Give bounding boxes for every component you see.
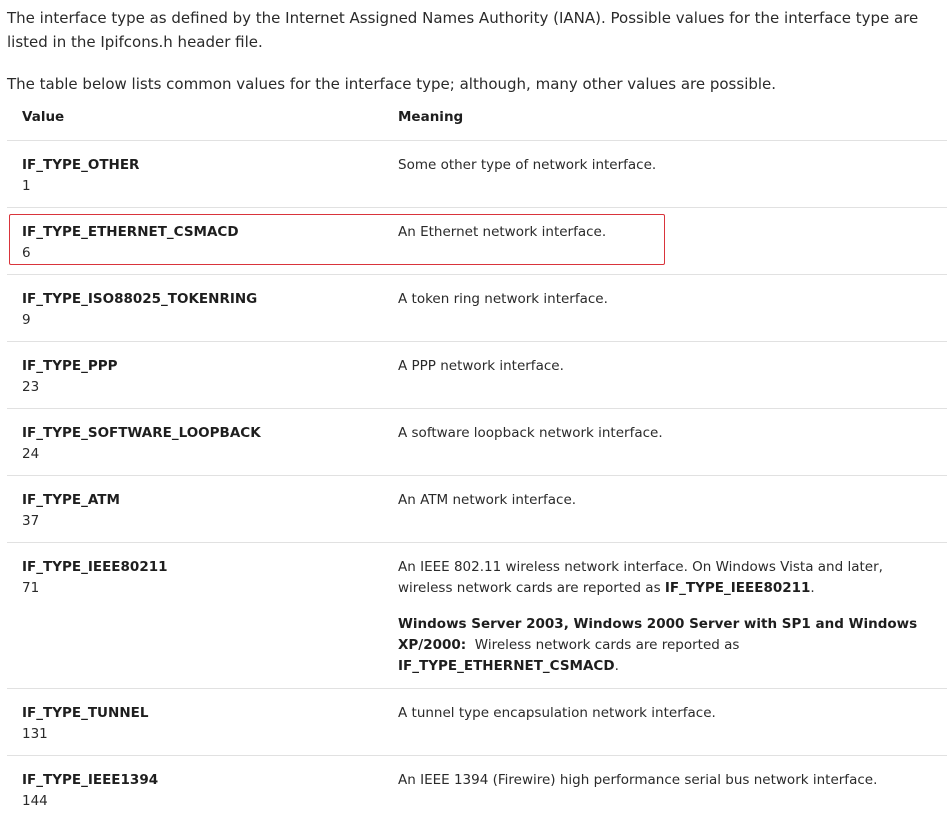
meaning-text: A software loopback network interface. [398, 425, 663, 441]
table-row: IF_TYPE_ETHERNET_CSMACD 6 An Ethernet ne… [7, 208, 947, 275]
meaning-text: A PPP network interface. [398, 358, 564, 374]
interface-type-table: Value Meaning IF_TYPE_OTHER 1 Some other… [7, 104, 947, 823]
table-row: IF_TYPE_TUNNEL 131 A tunnel type encapsu… [7, 689, 947, 756]
meaning-text: An IEEE 802.11 wireless network interfac… [398, 557, 918, 677]
constant-name: IF_TYPE_ATM [22, 492, 120, 508]
table-header: Value Meaning [7, 104, 947, 141]
meaning-paragraph: An IEEE 802.11 wireless network interfac… [398, 557, 918, 599]
meaning-text: A tunnel type encapsulation network inte… [398, 705, 716, 721]
meaning-text: An Ethernet network interface. [398, 224, 607, 240]
constant-value: 6 [22, 245, 31, 261]
table-row: IF_TYPE_OTHER 1 Some other type of netwo… [7, 141, 947, 208]
constant-name: IF_TYPE_TUNNEL [22, 705, 149, 721]
table-row: IF_TYPE_SOFTWARE_LOOPBACK 24 A software … [7, 409, 947, 476]
meaning-text: An ATM network interface. [398, 492, 577, 508]
constant-reference: IF_TYPE_ETHERNET_CSMACD [398, 658, 615, 674]
meaning-text: Some other type of network interface. [398, 157, 657, 173]
table-row: IF_TYPE_PPP 23 A PPP network interface. [7, 342, 947, 409]
header-value: Value [22, 109, 65, 125]
constant-name: IF_TYPE_SOFTWARE_LOOPBACK [22, 425, 261, 441]
table-row: IF_TYPE_ISO88025_TOKENRING 9 A token rin… [7, 275, 947, 342]
meaning-paragraph: Windows Server 2003, Windows 2000 Server… [398, 614, 918, 677]
table-row: IF_TYPE_IEEE80211 71 An IEEE 802.11 wire… [7, 543, 947, 689]
constant-value: 71 [22, 580, 40, 596]
meaning-text: An IEEE 1394 (Firewire) high performance… [398, 772, 878, 788]
constant-value: 23 [22, 379, 40, 395]
intro-paragraph-1: The interface type as defined by the Int… [7, 9, 919, 51]
constant-name: IF_TYPE_IEEE1394 [22, 772, 159, 788]
constant-value: 9 [22, 312, 31, 328]
constant-name: IF_TYPE_OTHER [22, 157, 140, 173]
constant-value: 37 [22, 513, 40, 529]
header-meaning: Meaning [398, 109, 464, 125]
constant-value: 144 [22, 793, 48, 809]
constant-value: 131 [22, 726, 48, 742]
meaning-text-span: Wireless network cards are reported as [466, 637, 744, 653]
constant-name: IF_TYPE_ISO88025_TOKENRING [22, 291, 258, 307]
table-row: IF_TYPE_IEEE1394 144 An IEEE 1394 (Firew… [7, 756, 947, 823]
table-row: IF_TYPE_ATM 37 An ATM network interface. [7, 476, 947, 543]
meaning-text-span: . [810, 580, 815, 596]
constant-value: 1 [22, 178, 31, 194]
constant-reference: IF_TYPE_IEEE80211 [664, 580, 811, 596]
intro-paragraph-2: The table below lists common values for … [7, 75, 777, 93]
constant-name: IF_TYPE_IEEE80211 [22, 559, 168, 575]
constant-name: IF_TYPE_ETHERNET_CSMACD [22, 224, 239, 240]
constant-name: IF_TYPE_PPP [22, 358, 118, 374]
meaning-text-span: . [614, 658, 619, 674]
meaning-text: A token ring network interface. [398, 291, 608, 307]
constant-value: 24 [22, 446, 40, 462]
